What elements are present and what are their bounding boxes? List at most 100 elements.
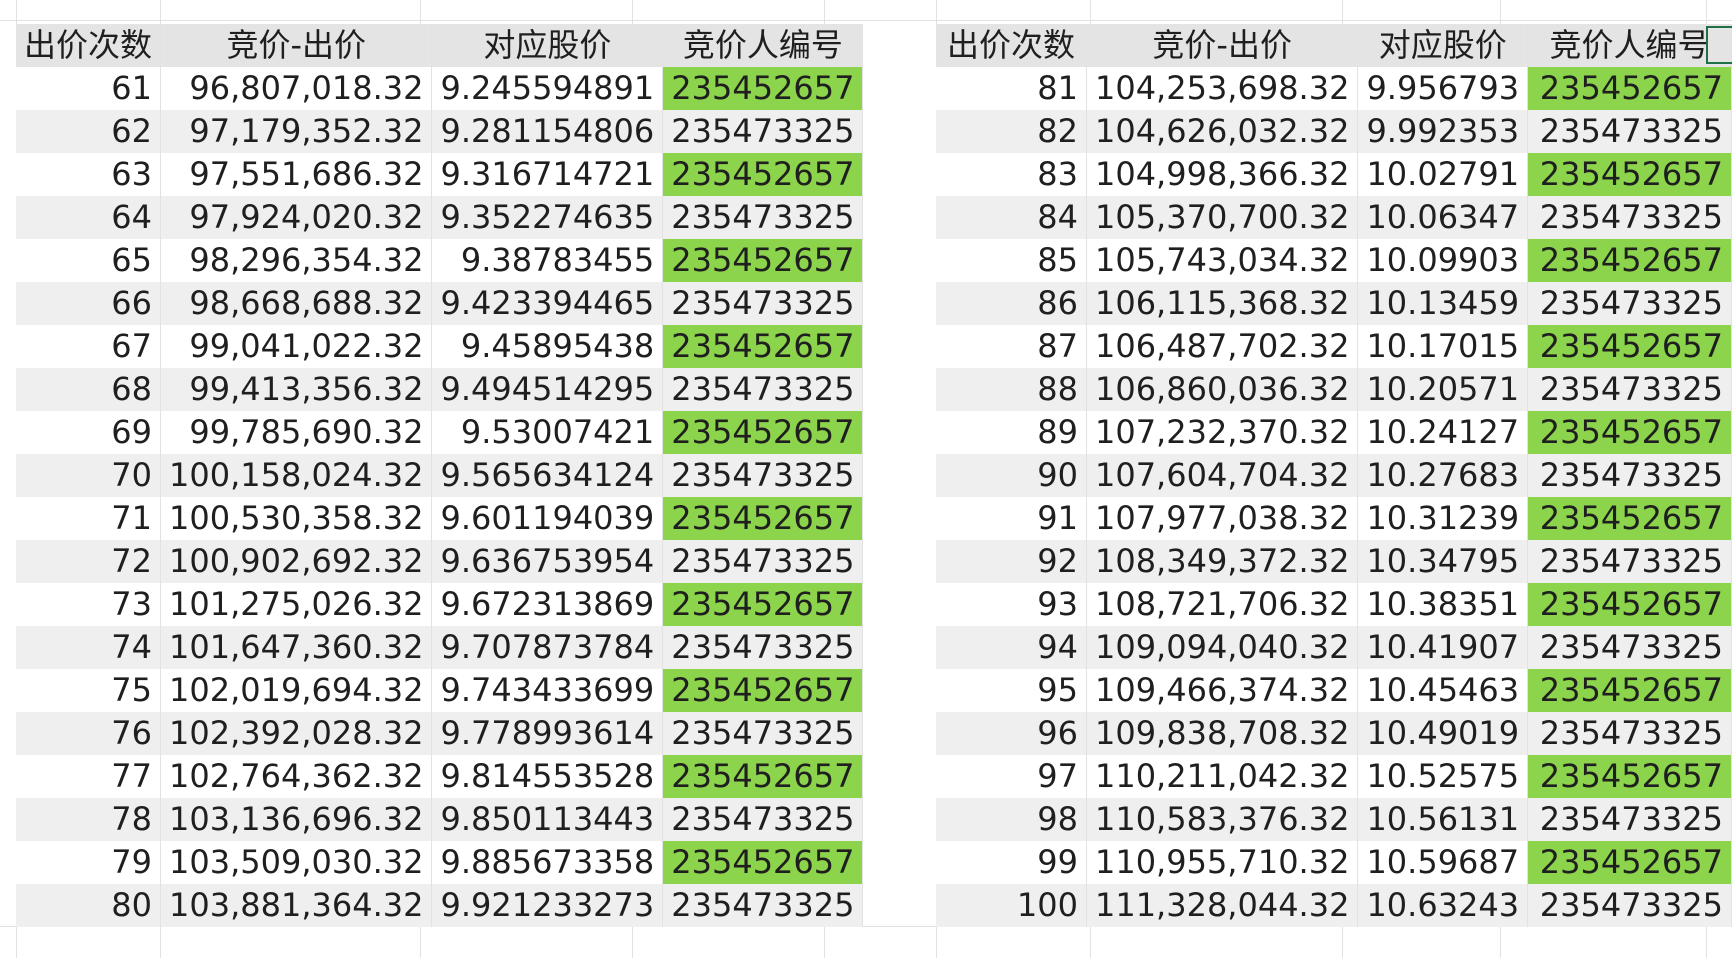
cell-bidder-id[interactable]: 235452657 (662, 497, 864, 540)
header-share-price[interactable]: 对应股价 (431, 24, 664, 67)
cell-bid-count[interactable]: 83 (936, 153, 1087, 196)
cell-bidder-id[interactable]: 235473325 (1527, 540, 1732, 583)
table-row[interactable]: 94 109,094,040.32 10.41907 235473325 (936, 626, 1732, 669)
cell-bid-count[interactable]: 75 (16, 669, 162, 712)
table-row[interactable]: 99 110,955,710.32 10.59687 235452657 (936, 841, 1732, 884)
cell-bid-amount[interactable]: 109,838,708.32 (1086, 712, 1359, 755)
cell-bidder-id[interactable]: 235452657 (1527, 841, 1732, 884)
cell-bid-amount[interactable]: 101,275,026.32 (160, 583, 433, 626)
cell-share-price[interactable]: 9.992353 (1357, 110, 1529, 153)
cell-bid-amount[interactable]: 100,158,024.32 (160, 454, 433, 497)
cell-bidder-id[interactable]: 235473325 (662, 368, 864, 411)
cell-bid-amount[interactable]: 110,955,710.32 (1086, 841, 1359, 884)
cell-bid-amount[interactable]: 106,487,702.32 (1086, 325, 1359, 368)
cell-bidder-id[interactable]: 235452657 (1527, 153, 1732, 196)
cell-bidder-id[interactable]: 235473325 (662, 540, 864, 583)
cell-bidder-id[interactable]: 235452657 (1527, 325, 1732, 368)
cell-bid-amount[interactable]: 111,328,044.32 (1086, 884, 1359, 927)
cell-share-price[interactable]: 10.09903 (1357, 239, 1529, 282)
cell-share-price[interactable]: 9.743433699 (431, 669, 664, 712)
selected-cell-indicator[interactable] (1706, 26, 1732, 64)
table-row[interactable]: 77 102,764,362.32 9.814553528 235452657 (16, 755, 864, 798)
table-row[interactable]: 84 105,370,700.32 10.06347 235473325 (936, 196, 1732, 239)
cell-bid-amount[interactable]: 101,647,360.32 (160, 626, 433, 669)
header-bidder-id[interactable]: 竞价人编号 (1527, 24, 1732, 67)
cell-bid-count[interactable]: 99 (936, 841, 1087, 884)
table-row[interactable]: 74 101,647,360.32 9.707873784 235473325 (16, 626, 864, 669)
cell-bidder-id[interactable]: 235473325 (662, 454, 864, 497)
table-row[interactable]: 70 100,158,024.32 9.565634124 235473325 (16, 454, 864, 497)
cell-bid-count[interactable]: 64 (16, 196, 162, 239)
cell-bid-count[interactable]: 72 (16, 540, 162, 583)
header-bid-count[interactable]: 出价次数 (16, 24, 162, 67)
cell-bidder-id[interactable]: 235473325 (662, 110, 864, 153)
cell-bid-amount[interactable]: 103,136,696.32 (160, 798, 433, 841)
table-row[interactable]: 90 107,604,704.32 10.27683 235473325 (936, 454, 1732, 497)
cell-share-price[interactable]: 9.316714721 (431, 153, 664, 196)
cell-bid-count[interactable]: 90 (936, 454, 1087, 497)
cell-share-price[interactable]: 10.13459 (1357, 282, 1529, 325)
cell-bid-amount[interactable]: 98,296,354.32 (160, 239, 433, 282)
cell-bid-amount[interactable]: 99,413,356.32 (160, 368, 433, 411)
table-row[interactable]: 81 104,253,698.32 9.956793 235452657 (936, 67, 1732, 110)
header-bidder-id[interactable]: 竞价人编号 (662, 24, 864, 67)
cell-bid-count[interactable]: 70 (16, 454, 162, 497)
header-bid-amount[interactable]: 竞价-出价 (160, 24, 433, 67)
cell-bid-count[interactable]: 68 (16, 368, 162, 411)
cell-bid-amount[interactable]: 106,115,368.32 (1086, 282, 1359, 325)
cell-share-price[interactable]: 9.494514295 (431, 368, 664, 411)
cell-bid-count[interactable]: 80 (16, 884, 162, 927)
cell-share-price[interactable]: 10.02791 (1357, 153, 1529, 196)
cell-bid-count[interactable]: 66 (16, 282, 162, 325)
table-row[interactable]: 97 110,211,042.32 10.52575 235452657 (936, 755, 1732, 798)
cell-bid-count[interactable]: 67 (16, 325, 162, 368)
cell-bid-count[interactable]: 94 (936, 626, 1087, 669)
cell-bid-count[interactable]: 98 (936, 798, 1087, 841)
table-row[interactable]: 82 104,626,032.32 9.992353 235473325 (936, 110, 1732, 153)
cell-bid-count[interactable]: 92 (936, 540, 1087, 583)
cell-bidder-id[interactable]: 235473325 (662, 884, 864, 927)
cell-bid-amount[interactable]: 109,094,040.32 (1086, 626, 1359, 669)
cell-bid-amount[interactable]: 102,764,362.32 (160, 755, 433, 798)
table-row[interactable]: 73 101,275,026.32 9.672313869 235452657 (16, 583, 864, 626)
cell-bid-count[interactable]: 88 (936, 368, 1087, 411)
cell-share-price[interactable]: 9.281154806 (431, 110, 664, 153)
cell-bidder-id[interactable]: 235473325 (1527, 626, 1732, 669)
cell-bidder-id[interactable]: 235452657 (1527, 755, 1732, 798)
cell-share-price[interactable]: 10.24127 (1357, 411, 1529, 454)
cell-bid-amount[interactable]: 110,583,376.32 (1086, 798, 1359, 841)
table-row[interactable]: 89 107,232,370.32 10.24127 235452657 (936, 411, 1732, 454)
cell-bidder-id[interactable]: 235473325 (1527, 368, 1732, 411)
table-row[interactable]: 65 98,296,354.32 9.38783455 235452657 (16, 239, 864, 282)
cell-bidder-id[interactable]: 235452657 (662, 67, 864, 110)
cell-bidder-id[interactable]: 235452657 (1527, 411, 1732, 454)
cell-bid-count[interactable]: 71 (16, 497, 162, 540)
cell-share-price[interactable]: 9.921233273 (431, 884, 664, 927)
cell-share-price[interactable]: 10.20571 (1357, 368, 1529, 411)
cell-bid-amount[interactable]: 97,924,020.32 (160, 196, 433, 239)
cell-bid-count[interactable]: 93 (936, 583, 1087, 626)
cell-bidder-id[interactable]: 235452657 (662, 325, 864, 368)
table-row[interactable]: 85 105,743,034.32 10.09903 235452657 (936, 239, 1732, 282)
cell-bidder-id[interactable]: 235473325 (662, 196, 864, 239)
table-row[interactable]: 75 102,019,694.32 9.743433699 235452657 (16, 669, 864, 712)
table-row[interactable]: 71 100,530,358.32 9.601194039 235452657 (16, 497, 864, 540)
table-row[interactable]: 83 104,998,366.32 10.02791 235452657 (936, 153, 1732, 196)
cell-share-price[interactable]: 9.565634124 (431, 454, 664, 497)
cell-bid-amount[interactable]: 102,392,028.32 (160, 712, 433, 755)
table-row[interactable]: 95 109,466,374.32 10.45463 235452657 (936, 669, 1732, 712)
cell-bid-amount[interactable]: 100,530,358.32 (160, 497, 433, 540)
cell-bid-count[interactable]: 84 (936, 196, 1087, 239)
cell-bidder-id[interactable]: 235473325 (662, 798, 864, 841)
cell-bidder-id[interactable]: 235473325 (662, 712, 864, 755)
cell-bid-amount[interactable]: 104,626,032.32 (1086, 110, 1359, 153)
cell-bid-count[interactable]: 97 (936, 755, 1087, 798)
cell-share-price[interactable]: 10.41907 (1357, 626, 1529, 669)
table-row[interactable]: 64 97,924,020.32 9.352274635 235473325 (16, 196, 864, 239)
cell-share-price[interactable]: 9.245594891 (431, 67, 664, 110)
cell-bid-amount[interactable]: 104,253,698.32 (1086, 67, 1359, 110)
cell-share-price[interactable]: 10.34795 (1357, 540, 1529, 583)
cell-bid-amount[interactable]: 106,860,036.32 (1086, 368, 1359, 411)
cell-bid-amount[interactable]: 105,743,034.32 (1086, 239, 1359, 282)
header-share-price[interactable]: 对应股价 (1357, 24, 1529, 67)
